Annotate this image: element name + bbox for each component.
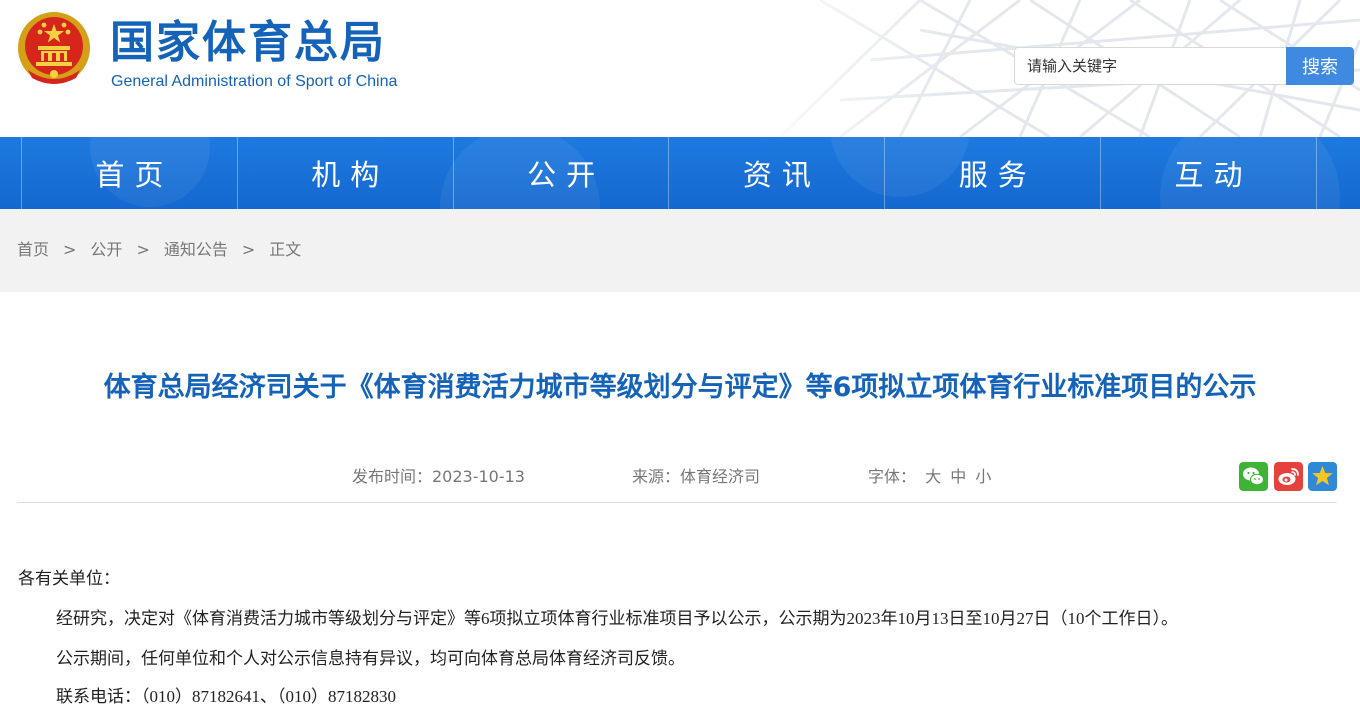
font-size-control: 字体： 大 中 小 [868,465,991,489]
wechat-icon[interactable] [1239,462,1268,491]
weibo-icon[interactable] [1274,462,1303,491]
body-paragraph: 公示期间，任何单位和个人对公示信息持有异议，均可向体育总局体育经济司反馈。 [56,649,685,668]
search-input[interactable] [1014,47,1286,85]
nav-item-services[interactable]: 服务 [885,137,1102,209]
font-size-label: 字体： [868,467,917,486]
contact-phone: 联系电话：（010）87182641、（010）87182830 [56,687,396,706]
breadcrumb-bar: 首页 > 公开 > 通知公告 > 正文 [0,209,1360,292]
breadcrumb-home[interactable]: 首页 [17,239,49,261]
body-paragraph: 经研究，决定对《体育消费活力城市等级划分与评定》等6项拟立项体育行业标准项目予以… [56,609,1178,628]
article-source: 来源：体育经济司 [632,467,761,486]
breadcrumb-separator: > [241,240,256,259]
salutation: 各有关单位： [18,569,120,588]
breadcrumb-public[interactable]: 公开 [90,239,122,261]
article-title: 体育总局经济司关于《体育消费活力城市等级划分与评定》等6项拟立项体育行业标准项目… [103,372,1257,403]
national-emblem-icon[interactable] [16,10,92,86]
nav-item-organization[interactable]: 机构 [238,137,454,209]
main-nav: 首页 机构 公开 资讯 服务 互动 [0,137,1360,209]
breadcrumb: 首页 > 公开 > 通知公告 > 正文 [17,239,301,261]
font-size-medium[interactable]: 中 [950,467,966,486]
nav-item-news[interactable]: 资讯 [669,137,886,209]
font-size-small[interactable]: 小 [975,467,991,486]
site-title[interactable]: 国家体育总局 [110,16,386,70]
favorite-icon[interactable] [1308,462,1337,491]
nav-item-home[interactable]: 首页 [22,137,238,209]
publish-time: 发布时间：2023-10-13 [352,467,525,486]
article-meta: 发布时间：2023-10-13 来源：体育经济司 字体： 大 中 小 [352,465,991,489]
breadcrumb-separator: > [136,240,150,259]
breadcrumb-current: 正文 [269,240,302,259]
font-size-large[interactable]: 大 [925,467,941,486]
meta-divider [17,502,1337,503]
breadcrumb-notices[interactable]: 通知公告 [164,239,228,261]
breadcrumb-separator: > [63,240,77,259]
site-subtitle: General Administration of Sport of China [111,73,398,90]
nav-items: 首页 机构 公开 资讯 服务 互动 [21,137,1317,209]
nav-item-interaction[interactable]: 互动 [1101,137,1317,209]
search-button[interactable]: 搜索 [1286,47,1354,85]
nav-item-public[interactable]: 公开 [454,137,670,209]
site-header: 国家体育总局 General Administration of Sport o… [0,0,1360,137]
